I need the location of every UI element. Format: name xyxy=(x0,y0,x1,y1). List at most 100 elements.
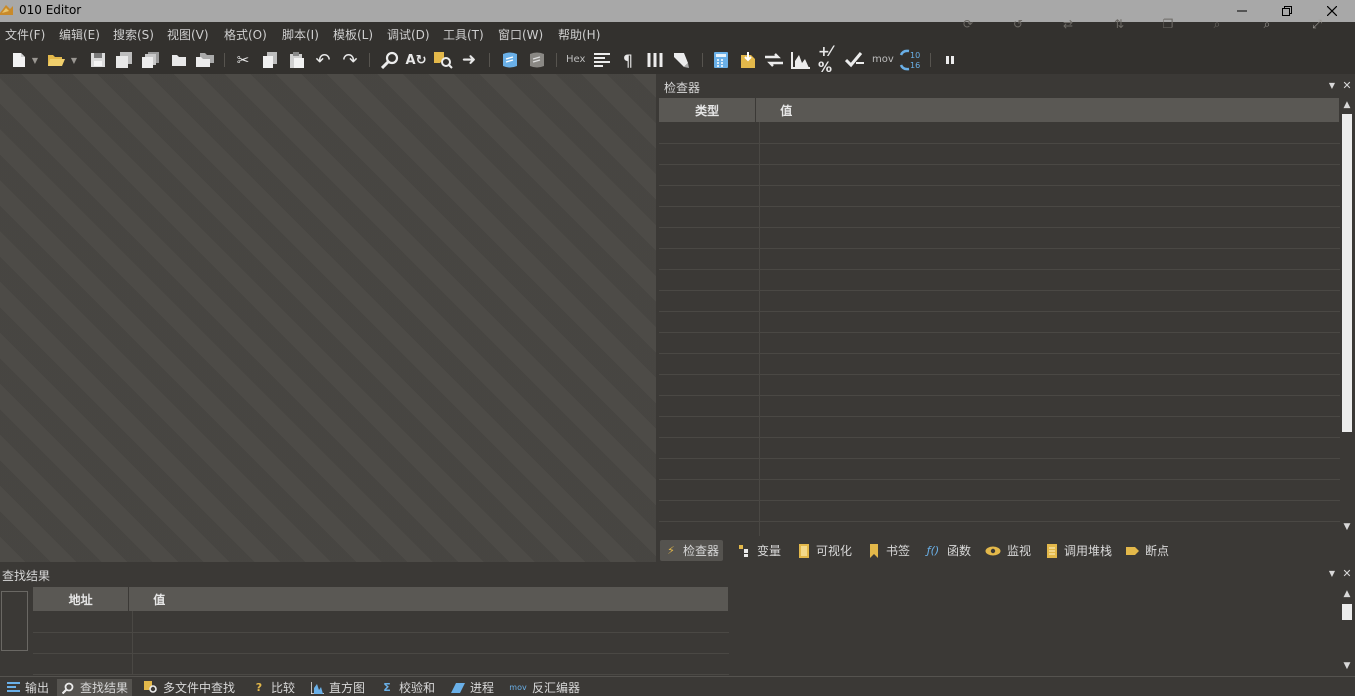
tab-processes[interactable]: 进程 xyxy=(447,679,498,696)
column-header-value[interactable]: 值 xyxy=(129,587,729,611)
table-row[interactable] xyxy=(659,437,1340,459)
goto-button[interactable]: ➜ xyxy=(459,50,479,70)
highlight-button[interactable] xyxy=(671,50,691,70)
inspector-close-button[interactable]: ✕ xyxy=(1341,79,1353,92)
close-all-button[interactable] xyxy=(195,50,215,70)
table-row[interactable] xyxy=(659,164,1340,186)
checksum-button[interactable]: +⁄% xyxy=(818,44,838,76)
table-row[interactable] xyxy=(33,611,729,633)
scrollbar-thumb[interactable] xyxy=(1342,604,1352,620)
find-results-scrollbar[interactable]: ▲ ▼ xyxy=(1340,587,1355,675)
menu-edit[interactable]: 编辑(E) xyxy=(59,26,100,43)
menu-template[interactable]: 模板(L) xyxy=(333,26,373,43)
import-button[interactable] xyxy=(738,50,758,70)
tab-compare[interactable]: ? 比较 xyxy=(248,679,299,696)
new-file-button[interactable] xyxy=(9,50,29,70)
run-template-button[interactable] xyxy=(527,50,547,70)
table-row[interactable] xyxy=(659,332,1340,354)
table-row[interactable] xyxy=(659,311,1340,333)
tab-variables[interactable]: 变量 xyxy=(734,540,785,561)
find-results-menu-button[interactable]: ▼ xyxy=(1326,567,1338,579)
redo-button[interactable]: ↷ xyxy=(340,50,360,71)
tab-inspector[interactable]: ⚡ 检查器 xyxy=(660,540,724,561)
menu-view[interactable]: 视图(V) xyxy=(167,26,209,43)
table-row[interactable] xyxy=(659,248,1340,270)
tab-bookmarks[interactable]: 书签 xyxy=(863,540,914,561)
copy-button[interactable] xyxy=(260,50,280,70)
show-whitespace-button[interactable]: ¶ xyxy=(618,50,638,70)
cut-button[interactable]: ✂ xyxy=(233,50,253,70)
table-row[interactable] xyxy=(659,395,1340,417)
editor-area[interactable] xyxy=(0,74,656,562)
table-row[interactable] xyxy=(659,143,1340,165)
tab-find-in-files[interactable]: 多文件中查找 xyxy=(140,679,239,696)
table-row[interactable] xyxy=(659,227,1340,249)
find-results-close-button[interactable]: ✕ xyxy=(1341,567,1353,580)
table-row[interactable] xyxy=(659,500,1340,522)
scroll-down-icon[interactable]: ▼ xyxy=(1340,661,1354,671)
hex-mode-label[interactable]: Hex xyxy=(566,54,585,65)
new-file-dropdown[interactable]: ▼ xyxy=(30,50,40,70)
scrollbar-thumb[interactable] xyxy=(1342,114,1352,432)
table-row[interactable] xyxy=(659,374,1340,396)
calculator-button[interactable] xyxy=(711,50,731,70)
table-row[interactable] xyxy=(659,185,1340,207)
close-file-button[interactable] xyxy=(169,50,189,70)
menu-search[interactable]: 搜索(S) xyxy=(113,26,154,43)
column-header-type[interactable]: 类型 xyxy=(659,98,757,122)
replace-button[interactable]: A↻ xyxy=(406,50,427,70)
table-row[interactable] xyxy=(659,206,1340,228)
menu-debug[interactable]: 调试(D) xyxy=(387,26,430,43)
run-script-button[interactable] xyxy=(500,50,520,70)
base-convert-button[interactable]: 10 16 xyxy=(899,49,923,71)
pause-button[interactable] xyxy=(940,50,960,70)
table-row[interactable] xyxy=(659,353,1340,375)
table-row[interactable] xyxy=(33,632,729,654)
table-row[interactable] xyxy=(659,416,1340,438)
tab-breakpoints[interactable]: 断点 xyxy=(1122,540,1173,561)
save-as-button[interactable] xyxy=(114,50,134,70)
histogram-button[interactable] xyxy=(791,50,811,70)
tab-visualize[interactable]: 可视化 xyxy=(793,540,856,561)
scroll-up-icon[interactable]: ▲ xyxy=(1340,589,1354,599)
tab-find-results[interactable]: 查找结果 xyxy=(57,679,133,696)
tab-checksum[interactable]: Σ 校验和 xyxy=(376,679,439,696)
tab-functions[interactable]: ƒ() 函数 xyxy=(920,540,975,561)
find-button[interactable] xyxy=(380,50,400,70)
open-file-button[interactable] xyxy=(46,50,66,70)
menu-file[interactable]: 文件(F) xyxy=(5,26,45,43)
menu-format[interactable]: 格式(O) xyxy=(224,26,267,43)
find-results-table[interactable]: 地址 值 xyxy=(33,587,729,675)
edit-as-button[interactable] xyxy=(592,50,612,70)
inspector-menu-button[interactable]: ▼ xyxy=(1326,79,1338,91)
menu-window[interactable]: 窗口(W) xyxy=(498,26,543,43)
table-row[interactable] xyxy=(659,521,1340,536)
scroll-up-icon[interactable]: ▲ xyxy=(1340,100,1354,110)
tab-watch[interactable]: 监视 xyxy=(980,540,1035,561)
inspector-table[interactable]: 类型 值 xyxy=(659,98,1340,536)
column-header-address[interactable]: 地址 xyxy=(33,587,130,611)
open-file-dropdown[interactable]: ▼ xyxy=(69,50,79,70)
menu-script[interactable]: 脚本(I) xyxy=(282,26,319,43)
save-all-button[interactable] xyxy=(141,50,161,70)
table-row[interactable] xyxy=(659,122,1340,144)
find-in-files-button[interactable] xyxy=(433,50,453,70)
disassemble-label[interactable]: mov xyxy=(872,54,894,65)
table-row[interactable] xyxy=(659,290,1340,312)
tab-disassembler[interactable]: mov 反汇编器 xyxy=(505,679,584,696)
table-row[interactable] xyxy=(659,479,1340,501)
menu-tools[interactable]: 工具(T) xyxy=(443,26,484,43)
table-row[interactable] xyxy=(659,458,1340,480)
table-row[interactable] xyxy=(33,653,729,675)
table-row[interactable] xyxy=(659,269,1340,291)
columns-button[interactable] xyxy=(645,50,665,70)
column-header-value[interactable]: 值 xyxy=(756,98,1340,122)
menu-help[interactable]: 帮助(H) xyxy=(558,26,600,43)
paste-button[interactable] xyxy=(287,50,307,70)
tab-histogram[interactable]: 直方图 xyxy=(306,679,369,696)
verify-button[interactable] xyxy=(845,50,865,70)
undo-button[interactable]: ↶ xyxy=(313,50,333,71)
scroll-down-icon[interactable]: ▼ xyxy=(1340,522,1354,532)
tab-output[interactable]: 输出 xyxy=(2,679,53,696)
compare-button[interactable] xyxy=(764,50,784,70)
